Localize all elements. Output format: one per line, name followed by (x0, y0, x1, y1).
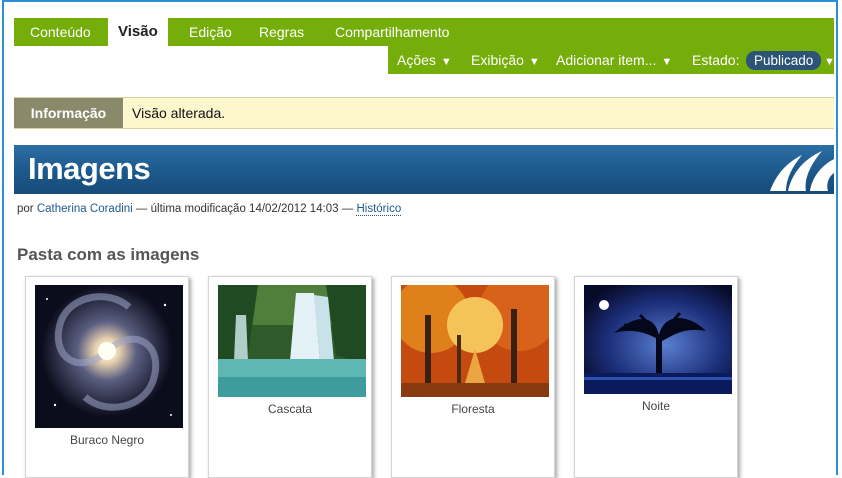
tab-conteudo[interactable]: Conteúdo (28, 18, 93, 46)
tab-visao[interactable]: Visão (108, 18, 168, 48)
galaxy-image (35, 285, 183, 428)
image-caption: Buraco Negro (69, 433, 145, 447)
add-item-menu[interactable]: Adicionar item... ▼ (556, 46, 672, 74)
image-thumbnail-card[interactable]: Noite (574, 276, 738, 478)
image-thumbnail-card[interactable]: Buraco Negro (25, 276, 189, 478)
tab-edicao[interactable]: Edição (187, 18, 234, 46)
state-menu[interactable]: Publicado (746, 51, 822, 70)
display-menu[interactable]: Exibição ▼ (471, 46, 540, 74)
history-link[interactable]: Histórico (356, 203, 402, 216)
state-label: Estado: (692, 52, 740, 68)
night-tree-image (584, 285, 732, 394)
message-text: Visão alterada. (132, 105, 226, 121)
chevron-down-icon: ▼ (440, 56, 452, 68)
page-title: Imagens (28, 151, 151, 186)
byline-prefix: por (17, 203, 34, 215)
author-link[interactable]: Catherina Coradini (37, 203, 133, 215)
document-byline: por Catherina Coradini — última modifica… (17, 203, 402, 216)
chevron-down-icon: ▼ (528, 56, 540, 68)
actions-menu[interactable]: Ações ▼ (397, 46, 452, 74)
forest-image (401, 285, 549, 397)
display-menu-label: Exibição (471, 52, 524, 68)
modified-date: — última modificação 14/02/2012 14:03 — (135, 203, 354, 215)
site-logo-icon (770, 151, 834, 191)
add-item-menu-label: Adicionar item... (556, 52, 657, 68)
content-tabs: Conteúdo Visão Edição Regras Compartilha… (14, 18, 834, 48)
chevron-down-icon: ▼ (661, 56, 673, 68)
image-caption: Cascata (267, 402, 313, 416)
actions-menu-label: Ações (397, 52, 436, 68)
image-caption: Noite (641, 399, 670, 413)
status-message: Informação Visão alterada. (14, 97, 834, 129)
image-caption: Floresta (451, 402, 495, 416)
title-banner: Imagens (14, 145, 834, 194)
action-bar: Ações ▼ Exibição ▼ Adicionar item... ▼ Esta… (388, 46, 835, 74)
image-thumbnail-card[interactable]: Cascata (208, 276, 372, 478)
image-thumbnail-card[interactable]: Floresta (391, 276, 555, 478)
tab-regras[interactable]: Regras (257, 18, 306, 46)
folder-description: Pasta com as imagens (17, 245, 200, 264)
message-type-label: Informação (14, 98, 123, 128)
waterfall-image (218, 285, 366, 397)
chevron-down-icon[interactable]: ▼ (824, 46, 835, 74)
tab-compartilhamento[interactable]: Compartilhamento (333, 18, 451, 46)
